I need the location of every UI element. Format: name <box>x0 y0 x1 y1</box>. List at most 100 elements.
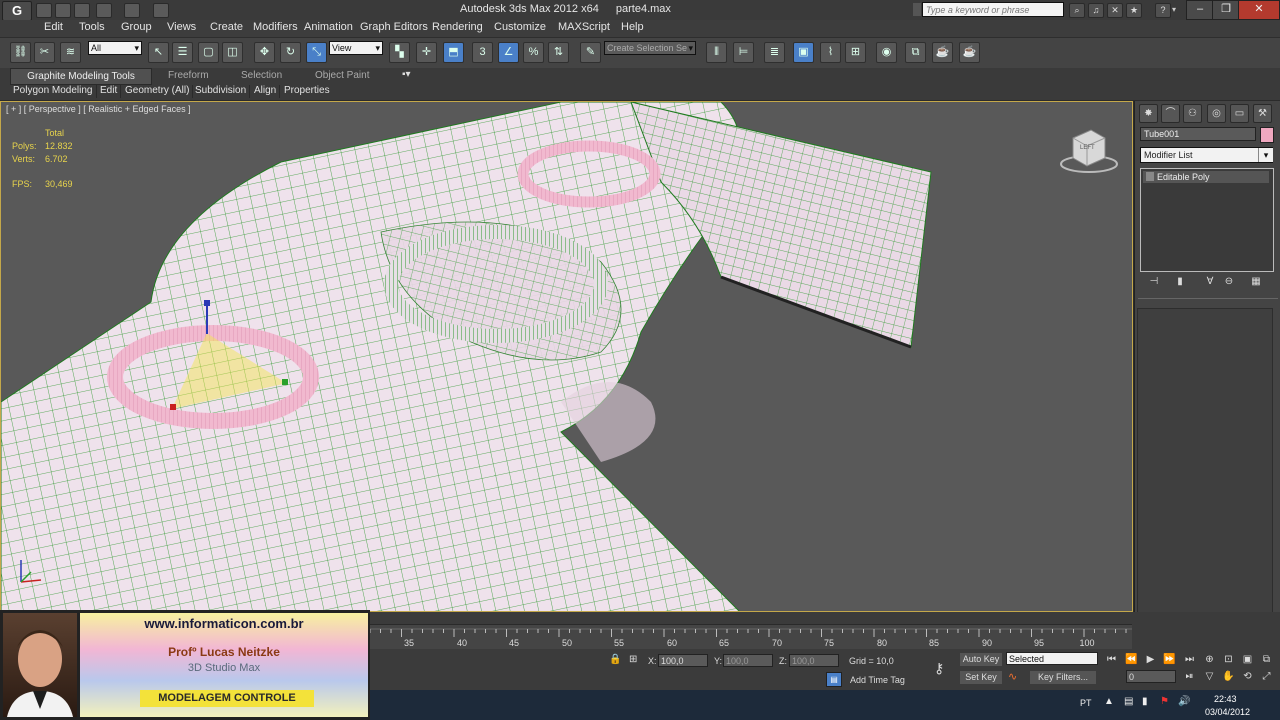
layer-manager-icon[interactable]: ≣ <box>764 42 785 63</box>
object-name-field[interactable]: Tube001 <box>1140 127 1256 141</box>
modifier-stack-item[interactable]: Editable Poly <box>1143 171 1269 183</box>
tray-flag-icon[interactable]: ⚑ <box>1160 696 1169 707</box>
zoom-icon[interactable]: ⊕ <box>1202 653 1217 666</box>
utilities-panel-icon[interactable]: ⚒ <box>1253 104 1272 123</box>
edit-named-selection-icon[interactable]: ✎ <box>580 42 601 63</box>
render-setup-icon[interactable]: ⧉ <box>905 42 926 63</box>
tab-object-paint[interactable]: Object Paint <box>315 70 369 81</box>
close-icon[interactable]: ✕ <box>1238 0 1280 20</box>
modifier-list-chevron-icon[interactable]: ▾ <box>1258 148 1273 162</box>
tab-graphite-modeling-tools[interactable]: Graphite Modeling Tools <box>10 68 152 85</box>
set-key-mode-icon[interactable]: ⚷ <box>934 660 944 677</box>
open-file-icon[interactable] <box>55 3 71 18</box>
material-editor-icon[interactable]: ◉ <box>876 42 897 63</box>
make-unique-icon[interactable]: ∀ <box>1202 276 1218 290</box>
maximize-icon[interactable]: ❐ <box>1212 0 1240 20</box>
menu-rendering[interactable]: Rendering <box>432 21 483 33</box>
ribbon-properties[interactable]: Properties <box>281 85 333 98</box>
redo-icon[interactable] <box>124 3 140 18</box>
unlink-icon[interactable]: ✂ <box>34 42 55 63</box>
communication-center-icon[interactable]: ✕ <box>1107 3 1123 18</box>
hierarchy-panel-icon[interactable]: ⚇ <box>1183 104 1202 123</box>
menu-group[interactable]: Group <box>121 21 152 33</box>
project-folder-icon[interactable] <box>153 3 169 18</box>
menu-modifiers[interactable]: Modifiers <box>253 21 298 33</box>
help-icon[interactable]: ? <box>1155 3 1171 18</box>
zoom-all-icon[interactable]: ⊡ <box>1221 653 1236 666</box>
volume-icon[interactable]: 🔊 <box>1178 696 1190 707</box>
zoom-extents-all-icon[interactable]: ⧉ <box>1259 653 1274 666</box>
spinner-snap-icon[interactable]: ⇅ <box>548 42 569 63</box>
motion-panel-icon[interactable]: ◎ <box>1207 104 1226 123</box>
favorites-star-icon[interactable]: ★ <box>1126 3 1142 18</box>
application-button[interactable]: G <box>2 1 32 21</box>
named-selection-set-dropdown[interactable]: Create Selection Se <box>604 41 696 55</box>
next-frame-icon[interactable]: ⏩ <box>1162 653 1177 666</box>
undo-icon[interactable] <box>96 3 112 18</box>
angle-snap-icon[interactable]: ∠ <box>498 42 519 63</box>
go-to-end-icon[interactable]: ⏭ <box>1182 653 1197 666</box>
curve-editor-icon[interactable]: ⌇ <box>820 42 841 63</box>
select-by-name-icon[interactable]: ☰ <box>172 42 193 63</box>
mirror-icon[interactable]: ⫴ <box>706 42 727 63</box>
viewcube[interactable]: LEFT <box>1080 145 1095 151</box>
play-icon[interactable]: ▶ <box>1143 653 1158 666</box>
x-coordinate-field[interactable]: 100,0 <box>658 654 708 667</box>
ribbon-edit[interactable]: Edit <box>97 85 122 98</box>
rectangular-selection-icon[interactable]: ▢ <box>198 42 219 63</box>
show-end-result-icon[interactable]: ▮ <box>1172 276 1188 290</box>
subscription-center-icon[interactable]: ♫ <box>1088 3 1104 18</box>
pin-stack-icon[interactable]: ⊣ <box>1146 276 1162 290</box>
menu-views[interactable]: Views <box>167 21 196 33</box>
selection-filter-dropdown[interactable]: All <box>88 41 142 55</box>
save-file-icon[interactable] <box>74 3 90 18</box>
ribbon-geometry-all[interactable]: Geometry (All) <box>122 85 194 98</box>
website-link[interactable]: www.informaticon.com.br <box>80 616 368 631</box>
selection-lock-icon[interactable]: 🔒 <box>609 654 621 665</box>
menu-maxscript[interactable]: MAXScript <box>558 21 610 33</box>
go-to-start-icon[interactable]: ⏮ <box>1104 653 1119 666</box>
pivot-center-icon[interactable]: ▚ <box>389 42 410 63</box>
z-coordinate-field[interactable]: 100,0 <box>789 654 839 667</box>
modifier-list-dropdown[interactable]: Modifier List <box>1140 147 1273 163</box>
modify-panel-icon[interactable]: ⌒ <box>1161 104 1180 123</box>
select-object-icon[interactable]: ↖ <box>148 42 169 63</box>
orbit-icon[interactable]: ⟲ <box>1240 670 1255 683</box>
y-coordinate-field[interactable]: 100,0 <box>723 654 773 667</box>
key-selection-dropdown[interactable]: Selected <box>1006 652 1098 665</box>
track-bar[interactable] <box>370 624 1132 649</box>
window-crossing-icon[interactable]: ◫ <box>222 42 243 63</box>
ribbon-subdivision[interactable]: Subdivision <box>192 85 251 98</box>
previous-frame-icon[interactable]: ⏪ <box>1124 653 1139 666</box>
menu-edit[interactable]: Edit <box>44 21 63 33</box>
align-icon[interactable]: ⊨ <box>733 42 754 63</box>
display-panel-icon[interactable]: ▭ <box>1230 104 1249 123</box>
schematic-view-icon[interactable]: ⊞ <box>845 42 866 63</box>
pan-view-icon[interactable]: ✋ <box>1221 670 1236 683</box>
select-and-link-icon[interactable]: ⛓ <box>10 42 31 63</box>
search-binoculars-icon[interactable]: ⌕ <box>1069 3 1085 18</box>
perspective-viewport[interactable] <box>0 101 1133 612</box>
network-icon[interactable]: ▤ <box>1124 696 1133 707</box>
menu-graph-editors[interactable]: Graph Editors <box>360 21 428 33</box>
current-frame-field[interactable]: 0 <box>1126 670 1176 683</box>
minimize-icon[interactable]: – <box>1186 0 1214 20</box>
help-dropdown-icon[interactable]: ▾ <box>1172 5 1176 14</box>
time-tag-icon[interactable]: ▤ <box>826 672 842 687</box>
configure-modifier-sets-icon[interactable]: ▦ <box>1248 276 1264 290</box>
menu-help[interactable]: Help <box>621 21 644 33</box>
clock-date[interactable]: 03/04/2012 <box>1205 707 1250 717</box>
language-indicator[interactable]: PT <box>1080 698 1092 708</box>
keyboard-shortcut-override-icon[interactable]: ⬒ <box>443 42 464 63</box>
clock-time[interactable]: 22:43 <box>1214 694 1237 704</box>
auto-key-button[interactable]: Auto Key <box>960 653 1002 666</box>
viewport-label[interactable]: [ + ] [ Perspective ] [ Realistic + Edge… <box>6 104 191 114</box>
select-scale-icon[interactable]: ⤡ <box>306 42 327 63</box>
reference-coordinate-dropdown[interactable]: View <box>329 41 383 55</box>
tab-selection[interactable]: Selection <box>241 70 282 81</box>
set-key-button[interactable]: Set Key <box>960 671 1002 684</box>
snaps-toggle-icon[interactable]: 3 <box>472 42 493 63</box>
select-move-icon[interactable]: ✥ <box>254 42 275 63</box>
search-input[interactable]: Type a keyword or phrase <box>922 2 1064 17</box>
tray-expand-icon[interactable]: ▲ <box>1104 696 1114 707</box>
